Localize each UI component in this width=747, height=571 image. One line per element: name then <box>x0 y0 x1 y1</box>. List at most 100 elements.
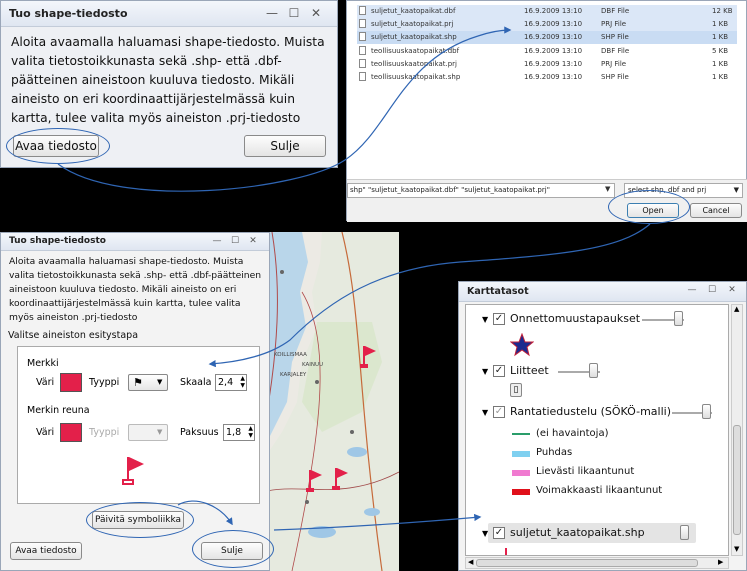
filename-dropdown-icon[interactable]: ▼ <box>605 185 610 193</box>
minimize-icon[interactable]: — <box>683 283 701 298</box>
minimize-icon[interactable]: — <box>261 5 283 22</box>
file-type: DBF File <box>601 47 630 55</box>
scroll-down-icon[interactable]: ▼ <box>734 545 739 553</box>
collapse-icon[interactable]: ▼ <box>482 408 488 417</box>
mid-dialog-text: Aloita avaamalla haluamasi shape-tiedost… <box>9 256 262 323</box>
marker-type-select[interactable]: ⚑ ▼ <box>128 374 168 391</box>
mid-dialog-titlebar: Tuo shape-tiedosto — ☐ ✕ <box>1 233 269 251</box>
style-label: Valitse aineiston esitystapa <box>8 330 139 341</box>
file-icon <box>359 19 366 28</box>
file-type: DBF File <box>601 7 630 15</box>
chevron-down-icon: ▼ <box>733 186 739 194</box>
map-view[interactable]: KOILLISMAA KAINUU KARJALEY <box>262 232 399 571</box>
top-dialog-title: Tuo shape-tiedosto <box>9 7 128 20</box>
file-date: 16.9.2009 13:10 <box>524 73 583 81</box>
scroll-left-icon[interactable]: ◀ <box>468 558 473 566</box>
file-name: suljetut_kaatopaikat.prj <box>371 20 454 28</box>
close-icon[interactable]: ✕ <box>723 283 741 298</box>
file-date: 16.9.2009 13:10 <box>524 20 583 28</box>
chevron-down-icon: ▼ <box>157 378 163 386</box>
maximize-icon[interactable]: ☐ <box>227 234 243 248</box>
legend-label: Voimakkaasti likaantunut <box>536 485 663 496</box>
layers-list: ▼ ✓ Onnettomuustapaukset ▼ ✓ Liitteet ▯ … <box>465 304 729 556</box>
file-row[interactable]: suljetut_kaatopaikat.shp 16.9.2009 13:10… <box>357 31 737 44</box>
legend-swatch <box>512 433 530 435</box>
file-size: 1 KB <box>712 33 729 41</box>
minimize-icon[interactable]: — <box>209 234 225 248</box>
opacity-slider-knob[interactable] <box>674 311 683 326</box>
scroll-up-icon[interactable]: ▲ <box>734 305 739 313</box>
close-icon[interactable]: ✕ <box>305 5 327 22</box>
border-type-label: Tyyppi <box>89 427 120 438</box>
close-icon[interactable]: ✕ <box>245 234 261 248</box>
file-row[interactable]: teollisuuskaatopaikat.dbf 16.9.2009 13:1… <box>357 45 737 58</box>
file-type: PRJ File <box>601 20 627 28</box>
map-graphics <box>262 232 399 571</box>
scroll-right-icon[interactable]: ▶ <box>718 558 723 566</box>
opacity-slider-knob[interactable] <box>702 404 711 419</box>
file-size: 1 KB <box>712 20 729 28</box>
mid-dialog-title: Tuo shape-tiedosto <box>9 236 106 246</box>
map-label: KARJALEY <box>280 372 307 378</box>
layers-panel: Karttatasot — ☐ ✕ ▼ ✓ Onnettomuustapauks… <box>458 281 747 571</box>
file-type: PRJ File <box>601 60 627 68</box>
file-row[interactable]: suljetut_kaatopaikat.dbf 16.9.2009 13:10… <box>357 5 737 18</box>
layer-label: Rantatiedustelu (SÖKÖ-malli) <box>510 405 671 418</box>
cancel-button[interactable]: Cancel <box>690 203 742 218</box>
file-icon <box>359 32 366 41</box>
file-row[interactable]: teollisuuskaatopaikat.shp 16.9.2009 13:1… <box>357 71 737 84</box>
border-label: Merkin reuna <box>27 405 90 416</box>
layer-checkbox[interactable]: ✓ <box>493 527 505 539</box>
scrollbar-thumb[interactable] <box>476 559 698 567</box>
highlight-oval <box>6 128 110 164</box>
thickness-spinner[interactable]: 1,8 ▲ ▼ <box>223 424 255 441</box>
filename-input[interactable]: shp" "suljetut_kaatopaikat.dbf" "suljetu… <box>347 183 615 198</box>
opacity-slider-knob[interactable] <box>680 525 689 540</box>
maximize-icon[interactable]: ☐ <box>283 5 305 22</box>
collapse-icon[interactable]: ▼ <box>482 529 488 538</box>
flag-preview-icon <box>122 457 144 485</box>
thickness-label: Paksuus <box>180 427 219 438</box>
legend-swatch <box>512 451 530 457</box>
file-row[interactable]: teollisuuskaatopaikat.prj 16.9.2009 13:1… <box>357 58 737 71</box>
marker-color-swatch[interactable] <box>60 373 82 392</box>
spinner-arrows-icon[interactable]: ▲ ▼ <box>240 375 245 389</box>
highlight-oval <box>192 530 274 568</box>
opacity-slider-knob[interactable] <box>589 363 598 378</box>
file-size: 5 KB <box>712 47 729 55</box>
close-button[interactable]: Sulje <box>244 135 326 157</box>
spinner-arrows-icon[interactable]: ▲ ▼ <box>248 425 253 439</box>
layers-titlebar: Karttatasot — ☐ ✕ <box>459 282 746 302</box>
file-size: 1 KB <box>712 60 729 68</box>
border-color-swatch[interactable] <box>60 423 82 442</box>
flag-icon[interactable] <box>306 470 324 494</box>
file-row[interactable]: suljetut_kaatopaikat.prj 16.9.2009 13:10… <box>357 18 737 31</box>
legend-swatch <box>512 470 530 476</box>
file-icon <box>359 72 366 81</box>
layer-checkbox[interactable]: ✓ <box>493 313 505 325</box>
top-dialog-titlebar: Tuo shape-tiedosto — ☐ ✕ <box>1 1 337 27</box>
map-label: KAINUU <box>302 362 324 368</box>
collapse-icon[interactable]: ▼ <box>482 367 488 376</box>
vertical-scrollbar[interactable]: ▲ ▼ <box>731 304 743 556</box>
thickness-value: 1,8 <box>226 427 242 438</box>
scale-label: Skaala <box>180 377 212 388</box>
flag-icon[interactable] <box>360 346 378 370</box>
file-name: suljetut_kaatopaikat.dbf <box>371 7 456 15</box>
legend-label: (ei havaintoja) <box>536 428 609 439</box>
horizontal-scrollbar[interactable]: ◀ ▶ <box>465 557 729 569</box>
scale-spinner[interactable]: 2,4 ▲ ▼ <box>215 374 247 391</box>
file-date: 16.9.2009 13:10 <box>524 33 583 41</box>
flag-icon[interactable] <box>332 468 350 492</box>
top-dialog-text: Aloita avaamalla haluamasi shape-tiedost… <box>11 35 325 125</box>
open-file-button[interactable]: Avaa tiedosto <box>10 542 82 560</box>
layer-checkbox[interactable]: ✓ <box>493 365 505 377</box>
border-type-select[interactable]: ▼ <box>128 424 168 441</box>
scrollbar-thumb[interactable] <box>733 425 741 535</box>
file-list: suljetut_kaatopaikat.dbf 16.9.2009 13:10… <box>347 1 747 181</box>
maximize-icon[interactable]: ☐ <box>703 283 721 298</box>
collapse-icon[interactable]: ▼ <box>482 315 488 324</box>
highlight-oval <box>86 502 194 538</box>
layer-checkbox[interactable]: ✓ <box>493 406 505 418</box>
marker-legend-icon <box>505 548 507 555</box>
